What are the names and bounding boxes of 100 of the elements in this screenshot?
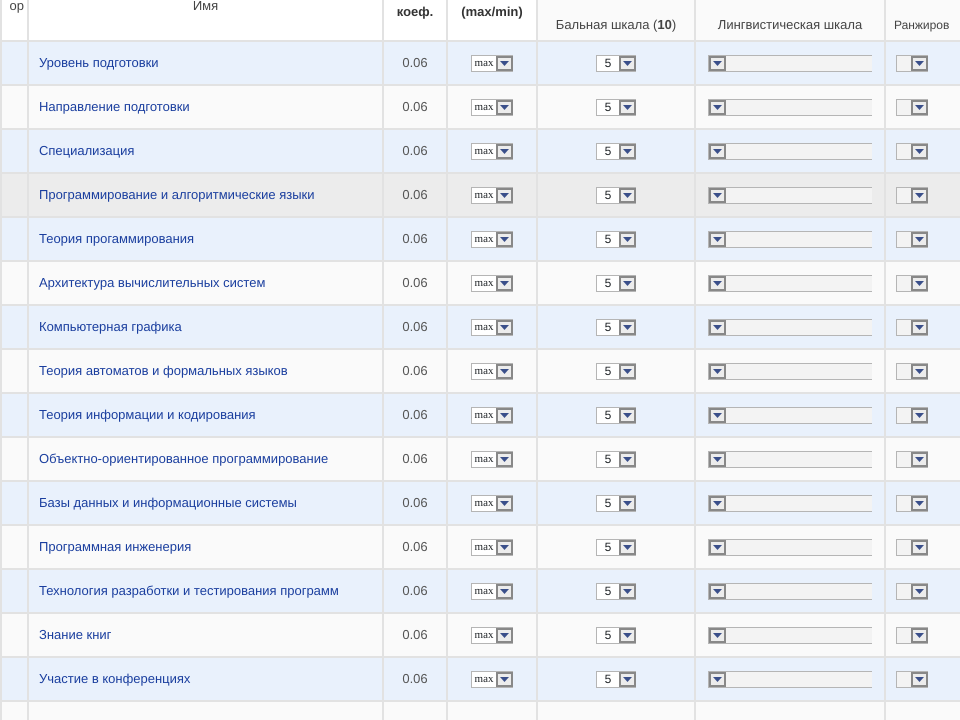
linguistic-dropdown[interactable] — [708, 99, 872, 116]
caret-icon — [623, 281, 632, 286]
caret-icon — [623, 149, 632, 154]
caret-icon — [623, 193, 632, 198]
score-dropdown[interactable]: 5 — [596, 275, 636, 292]
linguistic-dropdown[interactable] — [708, 319, 872, 336]
criterion-link[interactable]: Направление подготовки — [39, 99, 190, 114]
ranking-dropdown[interactable] — [896, 231, 928, 248]
linguistic-dropdown[interactable] — [708, 275, 872, 292]
caret-icon — [713, 501, 722, 506]
direction-dropdown[interactable]: max — [470, 231, 514, 248]
score-dropdown[interactable]: 5 — [596, 407, 636, 424]
linguistic-dropdown[interactable] — [708, 363, 872, 380]
direction-dropdown[interactable]: max — [470, 539, 514, 556]
caret-icon — [623, 105, 632, 110]
coefficient-value: 0.06 — [402, 627, 428, 642]
score-dropdown[interactable]: 5 — [596, 363, 636, 380]
score-dropdown[interactable]: 5 — [596, 143, 636, 160]
caret-icon — [915, 237, 924, 242]
coefficient-value: 0.06 — [402, 583, 428, 598]
direction-dropdown[interactable]: max — [470, 187, 514, 204]
caret-icon — [500, 193, 510, 198]
caret-icon — [500, 325, 510, 330]
caret-icon — [915, 369, 924, 374]
caret-icon — [713, 193, 722, 198]
caret-icon — [915, 149, 924, 154]
column-header: коеф. — [396, 4, 434, 19]
caret-icon — [500, 105, 510, 110]
direction-dropdown[interactable]: max — [470, 143, 514, 160]
criterion-link[interactable]: Специализация — [39, 143, 134, 158]
coefficient-value: 0.06 — [402, 231, 428, 246]
score-dropdown[interactable]: 5 — [596, 583, 636, 600]
caret-icon — [500, 149, 510, 154]
ranking-dropdown[interactable] — [896, 583, 928, 600]
caret-icon — [713, 105, 722, 110]
linguistic-dropdown[interactable] — [708, 495, 872, 512]
ranking-dropdown[interactable] — [896, 319, 928, 336]
direction-dropdown[interactable]: max — [470, 99, 514, 116]
score-dropdown[interactable]: 5 — [596, 627, 636, 644]
caret-icon — [915, 193, 924, 198]
caret-icon — [915, 545, 924, 550]
criterion-link[interactable]: Программная инженерия — [39, 539, 192, 554]
direction-dropdown[interactable]: max — [470, 55, 514, 72]
direction-dropdown[interactable]: max — [470, 495, 514, 512]
ranking-dropdown[interactable] — [896, 539, 928, 556]
coefficient-value: 0.06 — [402, 55, 428, 70]
linguistic-dropdown[interactable] — [708, 55, 872, 72]
caret-icon — [915, 105, 924, 110]
direction-dropdown[interactable]: max — [470, 319, 514, 336]
score-dropdown[interactable]: 5 — [596, 231, 636, 248]
caret-icon — [713, 413, 722, 418]
linguistic-dropdown[interactable] — [708, 627, 872, 644]
score-dropdown[interactable]: 5 — [596, 671, 636, 688]
ranking-dropdown[interactable] — [896, 495, 928, 512]
coefficient-value: 0.06 — [402, 671, 428, 686]
direction-dropdown[interactable]: max — [470, 275, 514, 292]
score-dropdown[interactable]: 5 — [596, 99, 636, 116]
direction-dropdown[interactable]: max — [470, 451, 514, 468]
caret-icon — [500, 457, 510, 462]
linguistic-dropdown[interactable] — [708, 143, 872, 160]
score-dropdown[interactable]: 5 — [596, 539, 636, 556]
score-dropdown[interactable]: 5 — [596, 319, 636, 336]
score-dropdown[interactable]: 5 — [596, 187, 636, 204]
ranking-dropdown[interactable] — [896, 55, 928, 72]
ranking-dropdown[interactable] — [896, 275, 928, 292]
ranking-dropdown[interactable] — [896, 363, 928, 380]
ranking-dropdown[interactable] — [896, 143, 928, 160]
direction-dropdown[interactable]: max — [470, 363, 514, 380]
criterion-link[interactable]: Компьютерная графика — [39, 319, 182, 334]
caret-icon — [713, 457, 722, 462]
ranking-dropdown[interactable] — [896, 99, 928, 116]
criterion-link[interactable]: Участие в конференциях — [39, 671, 190, 686]
ranking-dropdown[interactable] — [896, 451, 928, 468]
direction-dropdown[interactable]: max — [470, 671, 514, 688]
ranking-dropdown[interactable] — [896, 407, 928, 424]
criterion-link[interactable]: Знание книг — [39, 627, 112, 642]
linguistic-dropdown[interactable] — [708, 583, 872, 600]
direction-dropdown[interactable]: max — [470, 627, 514, 644]
criterion-link[interactable]: Теория прогаммирования — [39, 231, 194, 246]
direction-dropdown[interactable]: max — [470, 407, 514, 424]
caret-icon — [713, 633, 722, 638]
ranking-dropdown[interactable] — [896, 671, 928, 688]
ranking-dropdown[interactable] — [896, 627, 928, 644]
ranking-dropdown[interactable] — [896, 187, 928, 204]
caret-icon — [915, 633, 924, 638]
score-dropdown[interactable]: 5 — [596, 55, 636, 72]
score-dropdown[interactable]: 5 — [596, 451, 636, 468]
linguistic-dropdown[interactable] — [708, 451, 872, 468]
direction-dropdown[interactable]: max — [470, 583, 514, 600]
linguistic-dropdown[interactable] — [708, 671, 872, 688]
criterion-link[interactable]: Уровень подготовки — [39, 55, 159, 70]
caret-icon — [500, 545, 510, 550]
caret-icon — [713, 325, 722, 330]
column-header: ор — [10, 0, 24, 13]
linguistic-dropdown[interactable] — [708, 187, 872, 204]
score-dropdown[interactable]: 5 — [596, 495, 636, 512]
caret-icon — [713, 149, 722, 154]
linguistic-dropdown[interactable] — [708, 407, 872, 424]
linguistic-dropdown[interactable] — [708, 231, 872, 248]
linguistic-dropdown[interactable] — [708, 539, 872, 556]
